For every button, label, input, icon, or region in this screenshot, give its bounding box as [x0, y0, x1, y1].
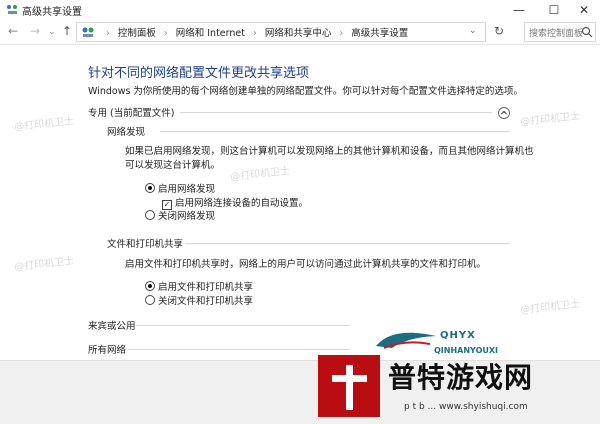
radio-selected-icon[interactable]: [145, 281, 155, 291]
breadcrumb: › 控制面板 › 网络和 Internet › 网络和共享中心 › 高级共享设置: [101, 25, 408, 39]
logo-stroke: [346, 365, 353, 410]
page-title: 针对不同的网络配置文件更改共享选项: [88, 66, 310, 81]
close-button[interactable]: ✕: [568, 0, 600, 20]
title-bar: 高级共享设置 — ☐ ✕: [0, 0, 600, 20]
page-description: Windows 为你所使用的每个网络创建单独的网络配置文件。你可以针对每个配置文…: [88, 86, 523, 97]
network-discovery-header: 网络发现: [107, 127, 146, 138]
search-input[interactable]: 搜索控制面板: [524, 22, 596, 42]
up-arrow-icon[interactable]: ↑: [62, 24, 72, 38]
brand-logo-top: QHYX: [440, 330, 476, 341]
breadcrumb-control-panel[interactable]: 控制面板: [118, 28, 156, 39]
logo-stroke: [332, 375, 367, 382]
back-arrow-icon[interactable]: ←: [8, 24, 18, 38]
breadcrumb-separator: ›: [253, 28, 257, 39]
guest-public-header[interactable]: 来宾或公用: [88, 318, 136, 332]
brand-url: p t b ... www.shyishuqi.com: [404, 402, 528, 412]
radio-enable-file-sharing[interactable]: 启用文件和打印机共享: [145, 279, 253, 293]
navigation-bar: ← → ⌄ ↑ › 控制面板 › 网络和 Internet › 网络和共享中心 …: [0, 20, 600, 45]
radio-label: 启用网络发现: [158, 184, 216, 195]
network-discovery-text-line2: 可以发现这台计算机。: [125, 160, 221, 171]
breadcrumb-network-sharing-center[interactable]: 网络和共享中心: [265, 28, 332, 39]
file-printer-sharing-header: 文件和打印机共享: [107, 239, 184, 250]
recent-locations-chevron-icon[interactable]: ⌄: [48, 27, 56, 37]
collapse-chevron-icon[interactable]: [498, 107, 510, 119]
control-panel-icon: [82, 27, 94, 37]
breadcrumb-separator: ›: [339, 28, 344, 39]
radio-enable-network-discovery[interactable]: 启用网络发现: [145, 181, 215, 195]
divider: [128, 349, 350, 350]
radio-unselected-icon[interactable]: [145, 210, 155, 220]
network-settings-icon: [7, 5, 17, 14]
radio-disable-network-discovery[interactable]: 关闭网络发现: [145, 208, 215, 222]
radio-label: 关闭网络发现: [158, 211, 216, 222]
network-discovery-text-line1: 如果已启用网络发现，则这台计算机可以发现网络上的其他计算机和设备，而且其他网络计…: [125, 146, 534, 157]
radio-disable-file-sharing[interactable]: 关闭文件和打印机共享: [145, 293, 253, 307]
file-printer-sharing-text: 启用文件和打印机共享时，网络上的用户可以访问通过此计算机共享的文件和打印机。: [125, 259, 487, 270]
window-title: 高级共享设置: [22, 7, 82, 18]
radio-label: 关闭文件和打印机共享: [158, 296, 254, 307]
dragon-logo-icon: [376, 332, 436, 349]
refresh-icon[interactable]: ↻: [494, 24, 504, 38]
brand-logo-sub: QINHANYOUXI: [434, 346, 499, 355]
search-placeholder: 搜索控制面板: [529, 29, 584, 39]
divider: [180, 112, 492, 113]
radio-selected-icon[interactable]: [145, 183, 155, 193]
radio-label: 启用文件和打印机共享: [158, 282, 254, 293]
breadcrumb-network-internet[interactable]: 网络和 Internet: [176, 28, 245, 39]
all-networks-header[interactable]: 所有网络: [88, 342, 126, 356]
address-bar[interactable]: › 控制面板 › 网络和 Internet › 网络和共享中心 › 高级共享设置…: [76, 22, 486, 42]
private-profile-header[interactable]: 专用 (当前配置文件): [88, 105, 174, 119]
breadcrumb-advanced-sharing[interactable]: 高级共享设置: [351, 28, 408, 39]
forward-arrow-icon[interactable]: →: [30, 24, 40, 38]
brand-logo-mark: [318, 355, 380, 417]
divider: [136, 325, 350, 326]
breadcrumb-separator: ›: [106, 28, 110, 39]
divider: [185, 243, 510, 244]
address-dropdown-icon[interactable]: ⌄: [469, 26, 477, 36]
radio-unselected-icon[interactable]: [145, 295, 155, 305]
breadcrumb-separator: ›: [163, 28, 168, 39]
divider: [160, 131, 510, 132]
minimize-button[interactable]: —: [500, 0, 538, 20]
brand-name: 普特游戏网: [388, 361, 534, 394]
search-icon: [581, 26, 593, 38]
